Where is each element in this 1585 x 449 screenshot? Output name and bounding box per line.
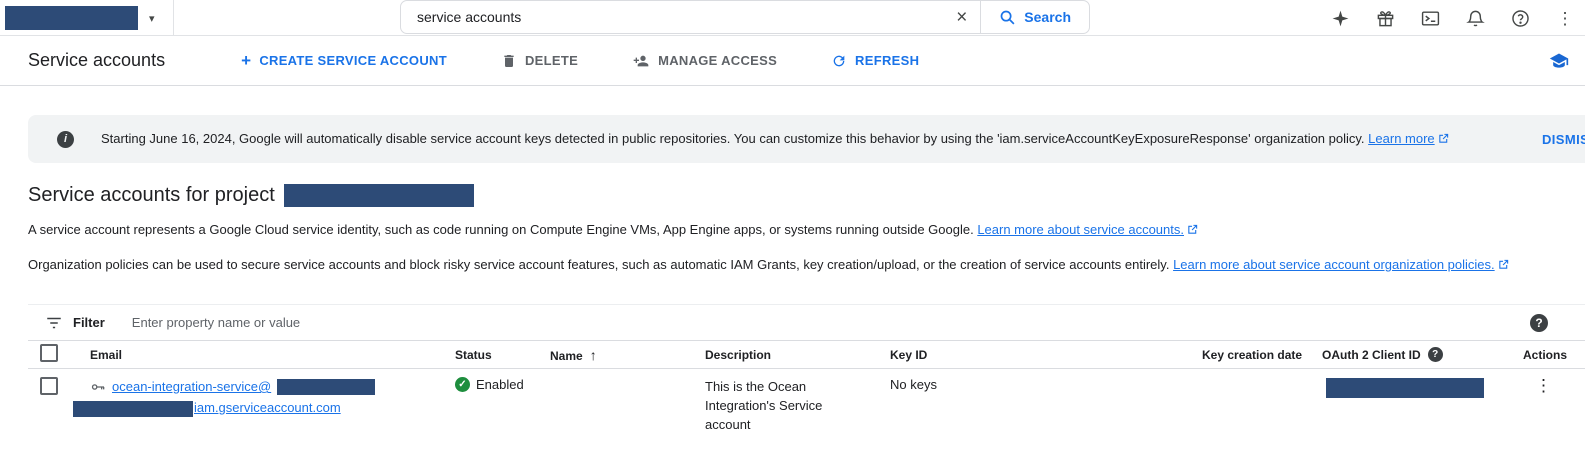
description-text: This is the Ocean Integration's Service … [705,377,840,434]
delete-button[interactable]: DELETE [495,52,584,70]
topbar-icons: ⋮ [1330,0,1575,36]
search-button-label: Search [1024,9,1071,25]
intro-1-text: A service account represents a Google Cl… [28,222,974,237]
clear-search-icon[interactable]: × [943,8,980,27]
redacted-email-part [277,379,375,395]
status-text: Enabled [476,377,524,392]
refresh-button[interactable]: REFRESH [825,52,925,70]
intro-paragraph-1: A service account represents a Google Cl… [28,222,1585,238]
external-link-icon [1438,132,1449,147]
trash-icon [501,53,517,69]
filter-icon [45,314,63,332]
section-heading: Service accounts for project [28,184,1585,207]
filter-label: Filter [73,315,105,330]
chevron-down-icon: ▾ [149,12,155,25]
header-name[interactable]: Name ↑ [550,347,705,363]
refresh-icon [831,53,847,69]
row-checkbox[interactable] [40,377,58,395]
help-icon[interactable] [1510,8,1530,28]
section-heading-text: Service accounts for project [28,184,275,207]
status-enabled-icon: ✓ [455,377,470,392]
header-name-label: Name [550,349,583,363]
header-email[interactable]: Email [73,348,455,362]
redacted-oauth-client-id [1326,378,1484,398]
table-header-row: Email Status Name ↑ Description Key ID Ke… [28,340,1585,369]
redacted-project-name [5,6,138,30]
search-button[interactable]: Search [981,9,1089,26]
redacted-email-part [73,401,193,417]
select-all-checkbox[interactable] [40,344,58,362]
create-service-account-label: CREATE SERVICE ACCOUNT [259,53,447,68]
table-row: ocean-integration-service@ iam.gservicea… [28,369,1585,449]
learning-panel-icon[interactable] [1549,51,1569,71]
service-account-key-icon [90,379,106,395]
banner-message: Starting June 16, 2024, Google will auto… [101,131,1449,147]
create-service-account-button[interactable]: + CREATE SERVICE ACCOUNT [235,51,453,70]
search-icon [999,9,1016,26]
cell-actions: ⋮ [1518,377,1584,394]
external-link-icon [1187,223,1198,238]
cell-description: This is the Ocean Integration's Service … [705,377,890,434]
service-account-email-link[interactable]: iam.gserviceaccount.com [194,400,341,415]
delete-label: DELETE [525,53,578,68]
sort-ascending-icon[interactable]: ↑ [590,347,597,363]
header-checkbox-cell [28,344,73,365]
page-title: Service accounts [28,50,165,71]
service-account-email-link[interactable]: ocean-integration-service@ [112,377,271,396]
external-link-icon [1498,258,1509,273]
cloud-shell-icon[interactable] [1420,8,1440,28]
header-oauth-label: OAuth 2 Client ID [1322,348,1421,362]
banner-learn-more-link[interactable]: Learn more [1368,131,1434,146]
learn-more-org-policies-link[interactable]: Learn more about service account organiz… [1173,257,1495,272]
cell-status: ✓ Enabled [455,377,550,392]
info-icon: i [57,131,74,148]
dismiss-button[interactable]: DISMISS [1536,131,1585,148]
gift-icon[interactable] [1375,8,1395,28]
redacted-project-id [284,184,474,207]
email-line-2: iam.gserviceaccount.com [73,398,455,417]
manage-access-label: MANAGE ACCESS [658,53,777,68]
manage-access-button[interactable]: MANAGE ACCESS [626,52,783,70]
person-add-icon [632,53,650,69]
learn-more-service-accounts-link[interactable]: Learn more about service accounts. [977,222,1184,237]
header-status[interactable]: Status [455,348,550,362]
cell-email: ocean-integration-service@ iam.gservicea… [73,377,455,417]
gemini-sparkle-icon[interactable] [1330,8,1350,28]
info-banner: i Starting June 16, 2024, Google will au… [28,115,1585,163]
project-selector[interactable]: ▾ [0,0,174,36]
plus-icon: + [241,52,251,69]
filter-bar: Filter ? [28,304,1585,340]
header-key-id[interactable]: Key ID [890,348,1202,362]
header-key-creation-date[interactable]: Key creation date [1202,348,1322,362]
intro-2-text: Organization policies can be used to sec… [28,257,1169,272]
row-actions-menu-icon[interactable]: ⋮ [1523,376,1552,395]
topbar: ▾ × Search [0,0,1585,36]
row-checkbox-cell [28,377,73,398]
banner-message-text: Starting June 16, 2024, Google will auto… [101,131,1365,146]
cell-key-id: No keys [890,377,1202,392]
service-accounts-table: Filter ? Email Status Name ↑ Description … [28,304,1585,449]
page-toolbar: Service accounts + CREATE SERVICE ACCOUN… [0,36,1585,86]
refresh-label: REFRESH [855,53,919,68]
oauth-help-icon[interactable]: ? [1428,347,1443,362]
filter-input[interactable] [130,314,1230,331]
email-line-1: ocean-integration-service@ [73,377,455,396]
more-vertical-icon[interactable]: ⋮ [1555,8,1575,28]
cell-oauth-client-id [1322,377,1518,398]
header-actions: Actions [1518,348,1584,362]
header-oauth-client-id[interactable]: OAuth 2 Client ID ? [1322,347,1518,362]
notifications-bell-icon[interactable] [1465,8,1485,28]
search-input[interactable] [401,9,943,25]
search-bar: × Search [400,0,1090,34]
filter-help-icon[interactable]: ? [1530,314,1548,332]
intro-paragraph-2: Organization policies can be used to sec… [28,257,1585,273]
header-description[interactable]: Description [705,348,890,362]
